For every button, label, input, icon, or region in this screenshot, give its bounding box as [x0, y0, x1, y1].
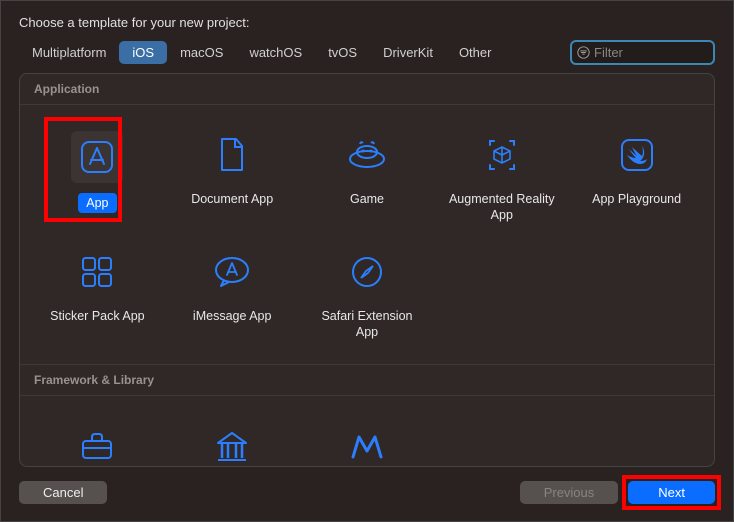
template-static-library[interactable]: Static Library	[165, 416, 300, 467]
tab-other[interactable]: Other	[446, 41, 505, 64]
template-safari-extension[interactable]: Safari Extension App	[300, 242, 435, 349]
tab-tvos[interactable]: tvOS	[315, 41, 370, 64]
filter-icon	[576, 46, 590, 60]
section-application-header: Application	[20, 74, 714, 105]
toolbox-icon	[73, 422, 121, 467]
template-document-app[interactable]: Document App	[165, 125, 300, 232]
template-label: Safari Extension App	[304, 306, 431, 343]
sticker-icon	[73, 248, 121, 296]
cancel-button[interactable]: Cancel	[19, 481, 107, 504]
tab-driverkit[interactable]: DriverKit	[370, 41, 446, 64]
template-sticker-pack[interactable]: Sticker Pack App	[30, 242, 165, 349]
template-label: Augmented Reality App	[438, 189, 565, 226]
tab-watchos[interactable]: watchOS	[236, 41, 315, 64]
template-list: Application App Document App Game Augme	[19, 73, 715, 467]
template-game[interactable]: Game	[300, 125, 435, 232]
swift-icon	[613, 131, 661, 179]
dialog-footer: Cancel Previous Next	[1, 467, 733, 518]
template-metal-library[interactable]: Metal Library	[300, 416, 435, 467]
template-app[interactable]: App	[30, 125, 165, 232]
tab-multiplatform[interactable]: Multiplatform	[19, 41, 119, 64]
imessage-icon	[208, 248, 256, 296]
template-label: iMessage App	[185, 306, 280, 326]
template-label: Game	[342, 189, 392, 209]
template-label: App Playground	[584, 189, 689, 209]
metal-icon	[343, 422, 391, 467]
next-button[interactable]: Next	[628, 481, 715, 504]
document-icon	[208, 131, 256, 179]
tab-macos[interactable]: macOS	[167, 41, 236, 64]
game-icon	[343, 131, 391, 179]
template-label: Sticker Pack App	[42, 306, 153, 326]
template-app-playground[interactable]: App Playground	[569, 125, 704, 232]
template-ar-app[interactable]: Augmented Reality App	[434, 125, 569, 232]
template-label: App	[78, 193, 116, 213]
template-imessage-app[interactable]: iMessage App	[165, 242, 300, 349]
previous-button: Previous	[520, 481, 619, 504]
section-framework-header: Framework & Library	[20, 364, 714, 396]
safari-icon	[343, 248, 391, 296]
tab-ios[interactable]: iOS	[119, 41, 167, 64]
platform-tabbar: Multiplatform iOS macOS watchOS tvOS Dri…	[1, 40, 733, 73]
ar-icon	[478, 131, 526, 179]
library-icon	[208, 422, 256, 467]
template-label: Document App	[183, 189, 281, 209]
app-icon	[71, 131, 123, 183]
dialog-title: Choose a template for your new project:	[1, 1, 733, 40]
template-framework[interactable]: Framework	[30, 416, 165, 467]
filter-input[interactable]	[570, 40, 715, 65]
